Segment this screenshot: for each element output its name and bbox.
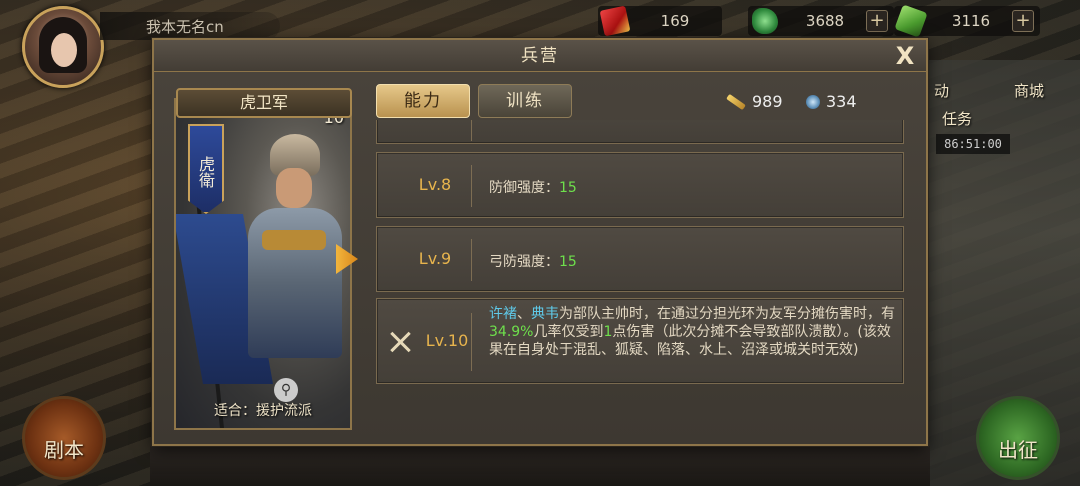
resource-value: 169 [660,12,690,30]
unit-card[interactable]: 虎衛 10 ⚲ 适合：援护流派 [174,98,352,430]
green-gem-icon [894,4,928,38]
ability-list[interactable]: Lv.8 防御强度：15 Lv.9 弓防强度：15 Lv.10 许褚、典韦为部队… [374,120,908,426]
dialog-title: 兵营 [521,46,559,66]
stat-label: 弓防强度： [489,254,559,270]
red-token-icon [599,5,631,37]
gem-counter: 334 [806,92,857,111]
gem-icon [806,94,820,109]
resource-green-gem: 3116 + [894,4,1040,38]
add-jade-button[interactable]: + [866,10,888,32]
figure-face [276,168,312,208]
magnify-icon[interactable]: ⚲ [274,378,298,402]
dialog-title-bar: 兵营 X [154,40,926,72]
sword-counter: 989 [726,92,783,111]
ability-level: Lv.8 [418,175,452,194]
ability-description: 防御强度：15 [489,177,577,197]
row-divider [471,313,472,371]
mall-label: 商城 [1014,82,1045,100]
resource-jade: 3688 + [748,6,894,36]
jade-icon [752,8,778,34]
ability-description: 许褚、典韦为部队主帅时，在通过分担光环为友军分摊伤害时，有34.9%几率仅受到1… [489,305,899,359]
general-figure [176,134,342,384]
ability-level: Lv.9 [418,249,452,268]
list-item: Lv.10 许褚、典韦为部队主帅时，在通过分担光环为友军分摊伤害时，有 34.9%… [376,298,904,384]
stat-label: 防御强度： [489,180,559,196]
add-green-gem-button[interactable]: + [1012,10,1034,32]
bottom-menu-bar [150,446,930,486]
unit-banner: 虎衛 [188,124,224,214]
resource-value: 3688 [805,12,845,30]
tab-ability[interactable]: 能力 [376,84,470,118]
campaign-button[interactable]: 出征 [976,396,1060,480]
ability-level: Lv.10 [425,331,469,350]
campaign-label: 出征 [998,438,1038,462]
resource-red-token: 169 [598,5,722,37]
barracks-dialog: 兵营 X 虎衛 10 ⚲ 适合：援护流派 虎卫军 能力 训练 989 334 [152,38,928,446]
unit-suitable-style: 适合：援护流派 [214,403,312,419]
close-button[interactable]: X [892,44,918,70]
player-avatar[interactable] [22,6,104,88]
ability-text: 为部队主帅时，在通过分担光环为友军分摊伤害时，有 [559,306,895,322]
general-name: 许褚 [489,306,517,322]
script-label: 剧本 [44,438,84,462]
activity-label: 动 [934,82,950,100]
row-divider [471,239,472,281]
list-item: Lv.9 弓防强度：15 [376,226,904,292]
resource-value: 3116 [951,12,991,30]
ability-description: 弓防强度：15 [489,251,577,271]
row-divider [471,165,472,207]
tab-training[interactable]: 训练 [478,84,572,118]
unit-name-plate: 虎卫军 [176,88,352,118]
player-name: 我本无名cn [146,18,224,36]
stat-value: 15 [559,254,577,270]
figure-gold-trim [262,230,326,250]
task-timer: 86:51:00 [936,134,1010,154]
list-item: Lv.8 防御强度：15 [376,152,904,218]
stat-value: 15 [559,180,577,196]
mall-button[interactable]: 商城 [1014,80,1070,130]
row-divider [471,120,472,141]
sword-value: 989 [752,92,783,111]
script-button[interactable]: 剧本 [22,396,106,480]
task-label[interactable]: 任务 [942,108,972,129]
list-item [376,120,904,144]
general-name: 典韦 [531,306,559,322]
avatar-face [51,33,77,67]
sword-icon [726,93,746,110]
chance-percent: 34.9% [489,324,534,340]
text-separator: 、 [517,306,531,322]
ability-text: 几率仅受到 [533,324,604,340]
gem-value: 334 [826,92,857,111]
